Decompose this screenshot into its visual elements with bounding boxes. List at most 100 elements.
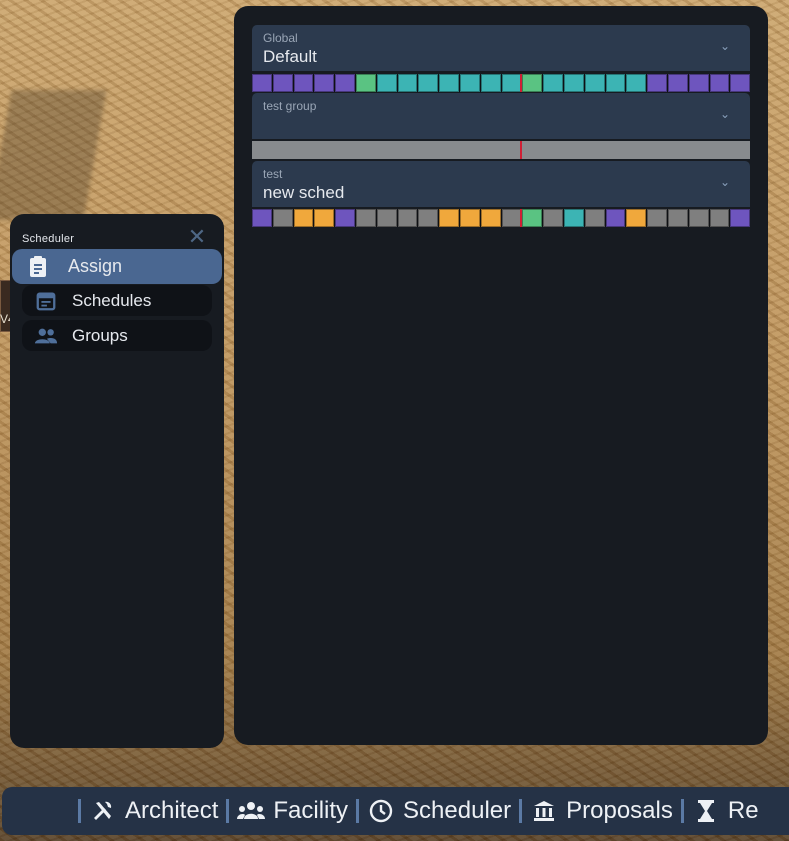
scheduler-panel: Scheduler ✕ Assign Schedules Groups (10, 214, 224, 748)
hour-cell[interactable] (459, 209, 480, 227)
hour-cell[interactable] (667, 209, 688, 227)
schedule-group-label: test (263, 167, 283, 181)
hour-cell[interactable] (376, 74, 397, 92)
hour-cell[interactable] (480, 209, 501, 227)
hour-cell[interactable] (501, 74, 522, 92)
hour-cell[interactable] (543, 209, 563, 227)
hour-cell[interactable] (376, 209, 397, 227)
hour-cell[interactable] (667, 74, 688, 92)
hour-cell[interactable] (314, 209, 335, 227)
hour-cell[interactable] (272, 209, 293, 227)
nav-item-label: Assign (68, 256, 123, 276)
schedule-selector-1[interactable]: test group ⌄ (252, 93, 750, 139)
toolbar-label: Proposals (566, 797, 673, 824)
hour-cell[interactable] (314, 74, 335, 92)
close-icon[interactable]: ✕ (186, 226, 208, 248)
hour-cell[interactable] (252, 74, 272, 92)
current-time-marker (520, 209, 522, 227)
current-time-marker (520, 74, 522, 92)
hour-cell[interactable] (605, 74, 626, 92)
hour-cell[interactable] (418, 209, 439, 227)
hour-cell[interactable] (584, 74, 605, 92)
toolbar-architect-button[interactable]: Architect (89, 797, 218, 825)
hour-cell[interactable] (335, 74, 355, 92)
nav-item-groups[interactable]: Groups (22, 320, 212, 351)
nav-item-schedules[interactable]: Schedules (22, 285, 212, 316)
hour-cell[interactable] (563, 74, 584, 92)
hour-cell[interactable] (459, 74, 480, 92)
toolbar-separator (226, 799, 230, 823)
bottom-toolbar: Architect Facility Scheduler Proposals R… (2, 787, 789, 835)
hour-cell[interactable] (522, 74, 543, 92)
current-time-marker (520, 141, 522, 159)
schedule-group-label: test group (263, 99, 317, 113)
schedule-selector-2[interactable]: test new sched ⌄ (252, 161, 750, 207)
toolbar-separator (78, 799, 81, 823)
schedule-hours-bar[interactable] (252, 209, 751, 227)
calendar-icon (34, 289, 58, 313)
hour-cell[interactable] (397, 74, 418, 92)
toolbar-label: Facility (273, 797, 349, 824)
hour-cell[interactable] (709, 209, 730, 227)
clipboard-icon (26, 255, 50, 279)
clock-icon (367, 797, 395, 825)
hourglass-icon (692, 797, 720, 825)
hour-cell[interactable] (439, 209, 459, 227)
hour-cell[interactable] (501, 209, 522, 227)
toolbar-scheduler-button[interactable]: Scheduler (367, 797, 511, 825)
hour-cell[interactable] (397, 209, 418, 227)
nav-item-label: Schedules (72, 290, 152, 310)
chevron-down-icon[interactable]: ⌄ (720, 175, 730, 189)
hour-cell[interactable] (293, 74, 314, 92)
people-group-icon (237, 797, 266, 825)
hour-cell[interactable] (730, 74, 751, 92)
hour-cell[interactable] (709, 74, 730, 92)
toolbar-label: Re (727, 797, 759, 824)
hour-cell[interactable] (480, 74, 501, 92)
toolbar-label: Architect (125, 797, 219, 824)
hour-cell[interactable] (605, 209, 626, 227)
toolbar-research-button[interactable]: Re (692, 797, 759, 825)
hour-cell[interactable] (563, 209, 584, 227)
hour-cell[interactable] (335, 209, 355, 227)
toolbar-separator (356, 799, 360, 823)
hour-cell[interactable] (272, 74, 293, 92)
toolbar-separator (680, 799, 684, 823)
scheduler-panel-title: Scheduler (22, 233, 75, 245)
schedule-name: new sched (263, 183, 345, 202)
world-rock-shadow (0, 90, 107, 220)
hour-cell[interactable] (439, 74, 459, 92)
hour-cell[interactable] (543, 74, 563, 92)
hour-cell[interactable] (688, 74, 709, 92)
people-icon (34, 324, 58, 348)
chevron-down-icon[interactable]: ⌄ (720, 107, 730, 121)
hour-cell[interactable] (418, 74, 439, 92)
toolbar-separator (519, 799, 523, 823)
hour-cell[interactable] (688, 209, 709, 227)
schedule-assign-panel: Global Default ⌄ test group ⌄ test new s… (234, 6, 768, 745)
schedule-group-label: Global (263, 31, 298, 45)
hour-cell[interactable] (293, 209, 314, 227)
schedule-name: Default (263, 47, 317, 66)
hour-cell[interactable] (355, 209, 376, 227)
chevron-down-icon[interactable]: ⌄ (720, 39, 730, 53)
toolbar-label: Scheduler (403, 797, 512, 824)
nav-item-label: Groups (72, 325, 128, 345)
hour-cell[interactable] (252, 209, 272, 227)
hour-cell[interactable] (626, 209, 647, 227)
schedule-selector-0[interactable]: Global Default ⌄ (252, 25, 750, 71)
nav-item-assign[interactable]: Assign (12, 249, 222, 284)
schedule-hours-bar[interactable] (252, 74, 751, 92)
tools-icon (89, 797, 117, 825)
hour-cell[interactable] (730, 209, 751, 227)
toolbar-facility-button[interactable]: Facility (237, 797, 348, 825)
hour-cell[interactable] (647, 209, 667, 227)
hour-cell[interactable] (584, 209, 605, 227)
hour-cell[interactable] (626, 74, 647, 92)
schedule-hours-bar-empty[interactable] (252, 141, 750, 159)
bank-icon (530, 797, 558, 825)
hour-cell[interactable] (355, 74, 376, 92)
hour-cell[interactable] (522, 209, 543, 227)
hour-cell[interactable] (647, 74, 667, 92)
toolbar-proposals-button[interactable]: Proposals (530, 797, 673, 825)
